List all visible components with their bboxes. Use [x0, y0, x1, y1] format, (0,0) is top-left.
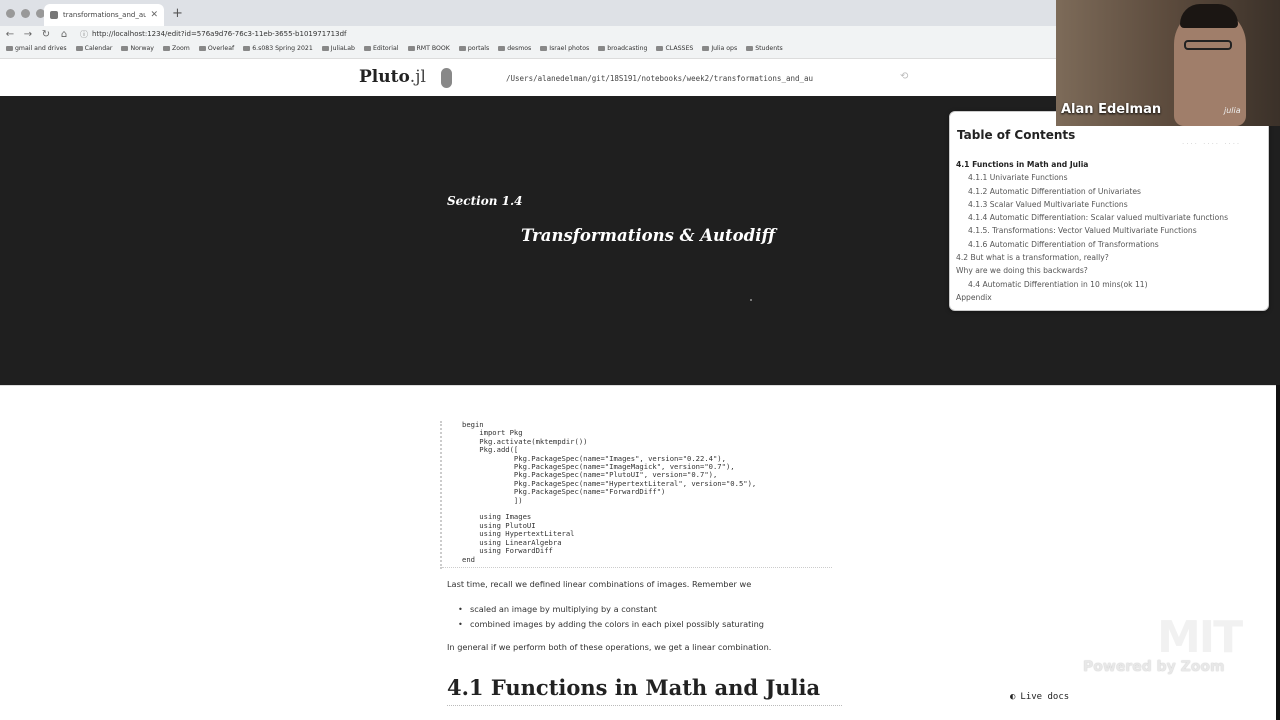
bookmark-item[interactable]: Editorial	[363, 45, 399, 52]
toc-item[interactable]: Appendix	[956, 291, 1228, 304]
window-controls[interactable]	[6, 9, 45, 18]
toc-list: 4.1 Functions in Math and Julia 4.1.1 Un…	[956, 158, 1228, 304]
section-divider	[0, 385, 1280, 386]
bookmark-item[interactable]: portals	[458, 45, 489, 52]
browser-tab[interactable]: transformations_and_autodi ✕	[44, 4, 164, 26]
folder-icon	[598, 46, 606, 51]
speaker-name: Alan Edelman	[1061, 102, 1162, 117]
address-bar[interactable]: ⓘ http://localhost:1234/edit?id=576a9d76…	[80, 29, 346, 40]
decorative-dot	[750, 299, 752, 301]
folder-icon	[121, 46, 129, 51]
bookmark-item[interactable]: Calendar	[75, 45, 112, 52]
bullet-item: scaled an image by multiplying by a cons…	[458, 604, 657, 614]
minimize-window-icon[interactable]	[21, 9, 30, 18]
url-text[interactable]: http://localhost:1234/edit?id=576a9d76-7…	[92, 30, 346, 38]
browser-chrome: transformations_and_autodi ✕ + ← → ↻ ⌂ ⓘ…	[0, 0, 1056, 59]
bookmark-item[interactable]: Norway	[121, 45, 154, 52]
mit-logo: MIT	[1157, 612, 1243, 663]
bookmark-item[interactable]: desmos	[498, 45, 531, 52]
tab-strip: transformations_and_autodi ✕ +	[0, 0, 1056, 26]
code-line[interactable]: ])	[462, 496, 756, 505]
section-heading: 4.1 Functions in Math and Julia	[447, 675, 821, 700]
close-window-icon[interactable]	[6, 9, 15, 18]
folder-icon	[243, 46, 251, 51]
toc-item[interactable]: 4.4 Automatic Differentiation in 10 mins…	[956, 278, 1228, 291]
heading-divider	[447, 705, 842, 706]
toc-item[interactable]: 4.1.5. Transformations: Vector Valued Mu…	[956, 224, 1228, 237]
pluto-logo[interactable]: Pluto.jl	[359, 67, 426, 87]
code-line[interactable]: using ForwardDiff	[462, 546, 756, 555]
folder-icon	[407, 46, 415, 51]
bookmark-item[interactable]: Overleaf	[198, 45, 234, 52]
tab-title: transformations_and_autodi	[63, 11, 147, 19]
julia-logo: julia	[1224, 106, 1241, 115]
toc-item[interactable]: 4.1.1 Univariate Functions	[956, 171, 1228, 184]
toc-title: Table of Contents	[957, 128, 1076, 142]
toc-item[interactable]: 4.1.4 Automatic Differentiation: Scalar …	[956, 211, 1228, 224]
navigation-bar: ← → ↻ ⌂ ⓘ http://localhost:1234/edit?id=…	[0, 26, 1056, 42]
pluto-status-pill	[441, 68, 452, 88]
notebook-title: Transformations & Autodiff	[521, 226, 776, 245]
forward-icon[interactable]: →	[20, 29, 36, 40]
toc-item[interactable]: 4.1.2 Automatic Differentiation of Univa…	[956, 185, 1228, 198]
notebook-path[interactable]: /Users/alanedelman/git/18S191/notebooks/…	[506, 74, 813, 83]
cell-divider	[442, 567, 832, 568]
toc-item[interactable]: 4.1.3 Scalar Valued Multivariate Functio…	[956, 198, 1228, 211]
folder-icon	[321, 46, 329, 51]
code-cell[interactable]: begin import Pkg Pkg.activate(mktempdir(…	[440, 420, 852, 569]
paragraph: Last time, recall we defined linear comb…	[447, 579, 752, 589]
bookmark-item[interactable]: RMT BOOK	[407, 45, 450, 52]
toc-item[interactable]: 4.2 But what is a transformation, really…	[956, 251, 1228, 264]
bookmark-item[interactable]: Zoom	[162, 45, 190, 52]
live-docs-button[interactable]: ◐ Live docs	[1010, 692, 1069, 702]
back-icon[interactable]: ←	[2, 29, 18, 40]
toc-item[interactable]: 4.1 Functions in Math and Julia	[956, 158, 1228, 171]
speaker-glasses	[1184, 40, 1232, 50]
reload-icon[interactable]: ↻	[38, 29, 54, 40]
bookmark-item[interactable]: gmail and drives	[6, 45, 67, 52]
new-tab-button[interactable]: +	[172, 6, 183, 21]
toc-item[interactable]: 4.1.6 Automatic Differentiation of Trans…	[956, 238, 1228, 251]
folder-icon	[6, 46, 13, 51]
code-line[interactable]: end	[462, 555, 756, 564]
folder-icon	[498, 46, 506, 51]
bullet-item: combined images by adding the colors in …	[458, 619, 764, 629]
folder-icon	[162, 46, 170, 51]
live-docs-label: Live docs	[1020, 692, 1070, 702]
toc-item[interactable]: Why are we doing this backwards?	[956, 264, 1228, 277]
share-icon[interactable]: ⟲	[900, 71, 908, 82]
folder-icon	[702, 46, 710, 51]
folder-icon	[746, 46, 754, 51]
zoom-watermark: Powered by Zoom	[1083, 659, 1225, 675]
home-icon[interactable]: ⌂	[56, 29, 72, 40]
speaker-hair	[1180, 4, 1238, 28]
site-info-icon[interactable]: ⓘ	[80, 29, 88, 40]
folder-icon	[363, 46, 371, 51]
bookmark-item[interactable]: JuliaLab	[321, 45, 355, 52]
folder-icon	[656, 46, 664, 51]
folder-icon	[458, 46, 466, 51]
close-tab-icon[interactable]: ✕	[150, 10, 158, 20]
bookmark-item[interactable]: CLASSES	[656, 45, 693, 52]
folder-icon	[75, 46, 83, 51]
bookmarks-bar: gmail and drives Calendar Norway Zoom Ov…	[6, 45, 783, 52]
video-tile: Alan Edelman julia	[1056, 0, 1280, 126]
table-of-contents: Table of Contents ···· ···· ···· 4.1 Fun…	[949, 111, 1269, 311]
live-docs-icon: ◐	[1010, 692, 1016, 702]
window-edge	[1276, 385, 1280, 720]
folder-icon	[198, 46, 206, 51]
bookmark-item[interactable]: broadcasting	[598, 45, 647, 52]
toc-decoration: ···· ···· ····	[1182, 140, 1242, 148]
code-text[interactable]: begin import Pkg Pkg.activate(mktempdir(…	[462, 420, 756, 564]
paragraph: In general if we perform both of these o…	[447, 642, 772, 652]
favicon-icon	[50, 11, 58, 19]
folder-icon	[540, 46, 548, 51]
bookmark-item[interactable]: Julia ops	[702, 45, 737, 52]
bookmark-item[interactable]: 6.s083 Spring 2021	[243, 45, 313, 52]
bookmark-item[interactable]: Israel photos	[540, 45, 589, 52]
bookmark-item[interactable]: Students	[746, 45, 783, 52]
section-label: Section 1.4	[447, 194, 523, 208]
